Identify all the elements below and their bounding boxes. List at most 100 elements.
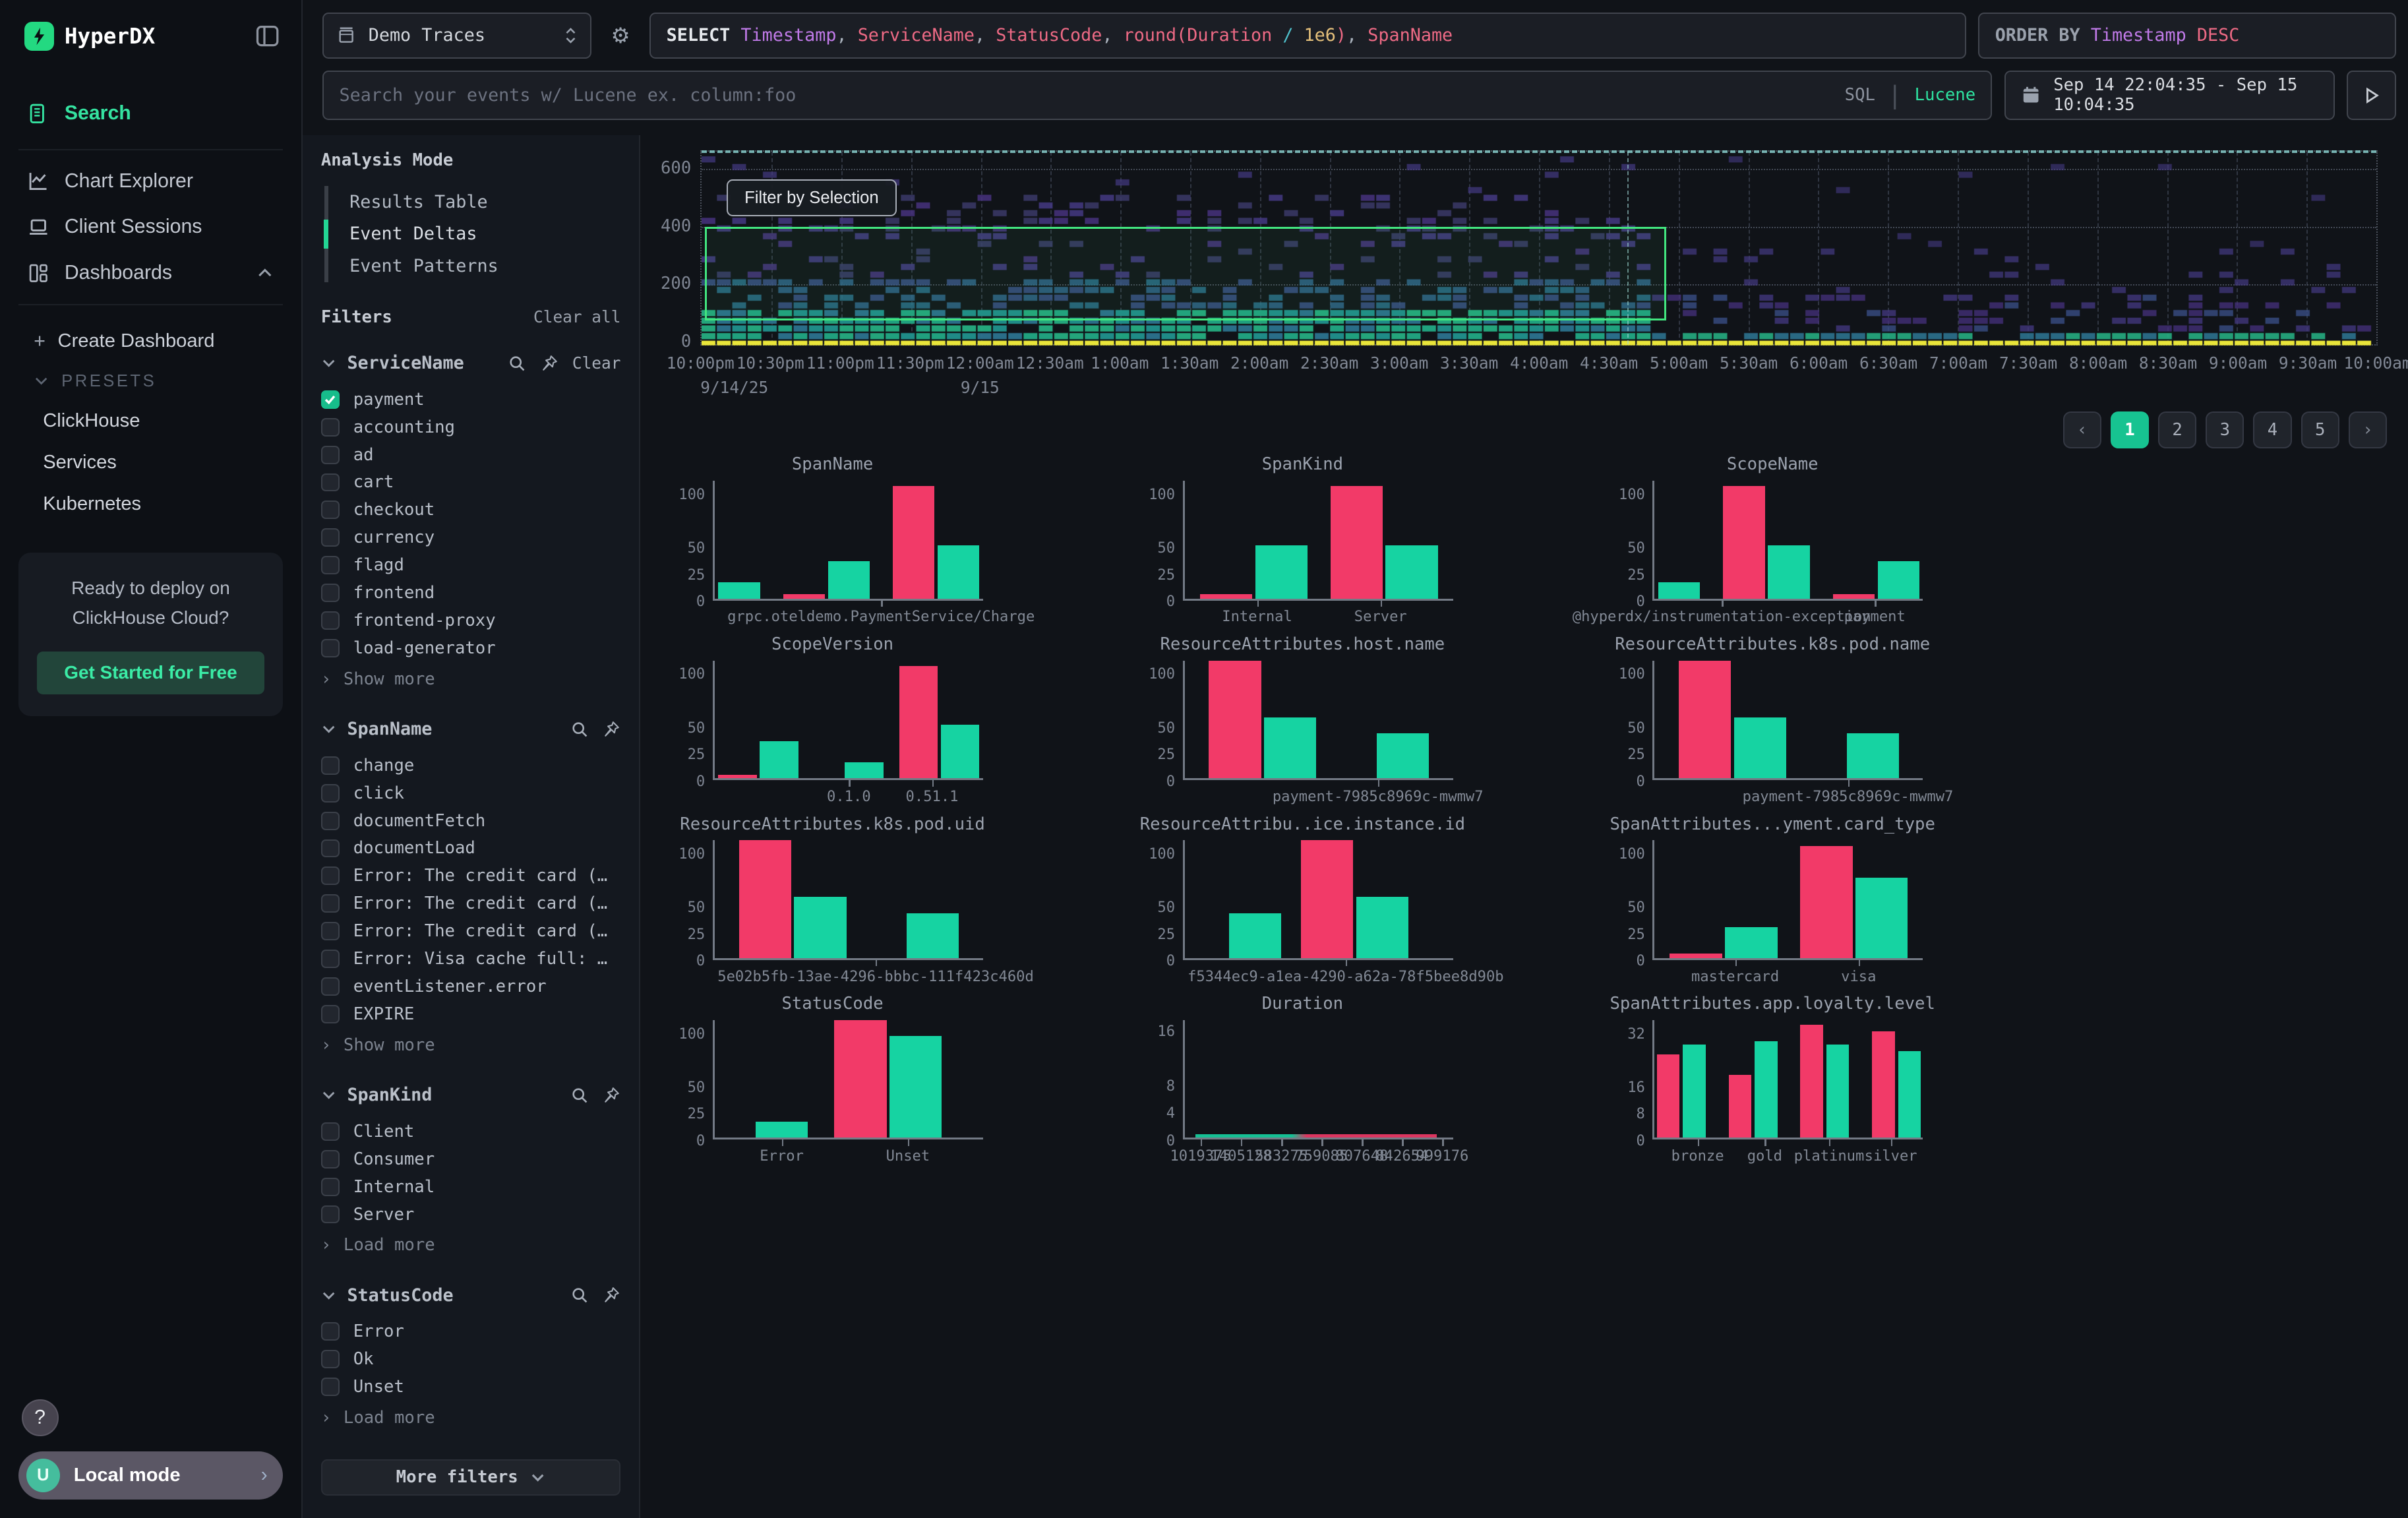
filter-checkbox-item[interactable]: Server [321,1201,621,1229]
chevron-up-icon[interactable] [256,264,274,282]
checkbox[interactable] [321,866,340,885]
search-icon[interactable] [570,720,589,739]
bar[interactable] [1800,846,1852,958]
bar[interactable] [783,594,825,598]
filter-checkbox-item[interactable]: flagd [321,551,621,579]
bar[interactable] [794,897,846,957]
checkbox[interactable] [321,1150,340,1169]
search-icon[interactable] [570,1086,589,1105]
filter-checkbox-item[interactable]: accounting [321,413,621,441]
bar[interactable] [1734,717,1786,778]
pagination-page-button[interactable]: 1 [2111,411,2149,448]
pin-icon[interactable] [602,1086,620,1105]
bar[interactable] [893,486,934,598]
presets-toggle[interactable]: PRESETS [34,362,280,400]
filter-group-clear-button[interactable]: Clear [572,353,621,373]
pagination-page-button[interactable]: 2 [2158,411,2196,448]
sidebar-item-client-sessions[interactable]: Client Sessions [18,204,283,250]
filter-group-more-button[interactable]: ›Load more [321,1231,621,1259]
sql-query-editor[interactable]: SELECT Timestamp, ServiceName, StatusCod… [649,13,1966,59]
filter-checkbox-item[interactable]: Error: Visa cache full: … [321,945,621,973]
search-icon[interactable] [508,354,526,373]
sidebar-item-dashboards[interactable]: Dashboards [18,250,283,296]
help-button[interactable]: ? [22,1399,59,1436]
search-icon[interactable] [570,1286,589,1304]
bar[interactable] [1670,954,1722,957]
chevron-down-icon[interactable] [321,721,336,737]
search-input[interactable] [339,85,1832,106]
bar[interactable] [1898,1051,1921,1138]
filter-group-title[interactable]: ServiceName [347,353,464,373]
bar[interactable] [1658,582,1700,598]
bar[interactable] [1683,1045,1706,1138]
filter-group-more-button[interactable]: ›Load more [321,1404,621,1432]
pagination-page-button[interactable]: 4 [2253,411,2291,448]
filter-checkbox-item[interactable]: click [321,779,621,807]
bar[interactable] [1331,486,1383,598]
source-select[interactable]: Demo Traces [322,13,591,59]
filter-checkbox-item[interactable]: ad [321,441,621,469]
filter-checkbox-item[interactable]: Error [321,1318,621,1345]
filter-checkbox-item[interactable]: change [321,752,621,779]
bar[interactable] [845,762,883,778]
bar[interactable] [941,725,979,778]
clear-all-filters-button[interactable]: Clear all [533,307,620,326]
checkbox[interactable] [321,950,340,968]
bar[interactable] [1833,594,1875,598]
sidebar-item-chart-explorer[interactable]: Chart Explorer [18,158,283,204]
bar[interactable] [938,545,979,599]
run-query-button[interactable] [2347,71,2396,120]
bar[interactable] [889,1036,942,1138]
bar[interactable] [1301,840,1353,957]
bar[interactable] [760,741,798,779]
checkbox[interactable] [321,1378,340,1396]
bar[interactable] [756,1122,808,1138]
filter-group-title[interactable]: SpanName [347,719,432,739]
bar[interactable] [1872,1031,1895,1138]
checkbox[interactable] [321,812,340,830]
checkbox[interactable] [321,1122,340,1141]
filter-checkbox-item[interactable]: Error: The credit card (… [321,917,621,945]
analysis-mode-option[interactable]: Event Patterns [328,250,621,282]
mode-sql-toggle[interactable]: SQL [1845,85,1875,105]
preset-clickhouse[interactable]: ClickHouse [34,400,280,442]
checkbox[interactable] [321,611,340,630]
filter-checkbox-item[interactable]: load-generator [321,634,621,662]
bar[interactable] [1755,1041,1778,1138]
bar[interactable] [1723,486,1764,598]
checkbox[interactable] [321,1350,340,1368]
filter-checkbox-item[interactable]: frontend [321,579,621,607]
checkbox[interactable] [321,418,340,437]
collapse-sidebar-icon[interactable] [255,24,280,48]
checkbox[interactable] [321,556,340,574]
chevron-down-icon[interactable] [321,1087,336,1103]
filter-checkbox-item[interactable]: currency [321,524,621,551]
bar[interactable] [1229,913,1281,958]
pin-icon[interactable] [540,354,558,373]
checkbox[interactable] [321,1322,340,1341]
preset-kubernetes[interactable]: Kubernetes [34,483,280,525]
bar[interactable] [1847,733,1899,778]
checkbox[interactable] [321,446,340,464]
filter-checkbox-item[interactable]: payment [321,386,621,413]
pagination-page-button[interactable]: 5 [2301,411,2339,448]
filter-checkbox-item[interactable]: documentFetch [321,807,621,835]
bar[interactable] [1209,661,1261,778]
logo[interactable]: HyperDX [24,22,155,51]
checkbox[interactable] [321,784,340,803]
bar[interactable] [1356,897,1408,957]
checkbox[interactable] [321,390,340,409]
bar[interactable] [1878,561,1919,599]
checkbox[interactable] [321,1178,340,1196]
get-started-button[interactable]: Get Started for Free [37,652,264,694]
bar[interactable] [1729,1075,1752,1138]
bar[interactable] [1826,1045,1850,1138]
filter-checkbox-item[interactable]: Ok [321,1345,621,1373]
filter-checkbox-item[interactable]: Internal [321,1173,621,1201]
filter-checkbox-item[interactable]: Unset [321,1373,621,1401]
filter-checkbox-item[interactable]: cart [321,469,621,497]
filter-checkbox-item[interactable]: Client [321,1118,621,1145]
pin-icon[interactable] [602,720,620,739]
more-filters-button[interactable]: More filters [321,1459,621,1496]
checkbox[interactable] [321,839,340,858]
